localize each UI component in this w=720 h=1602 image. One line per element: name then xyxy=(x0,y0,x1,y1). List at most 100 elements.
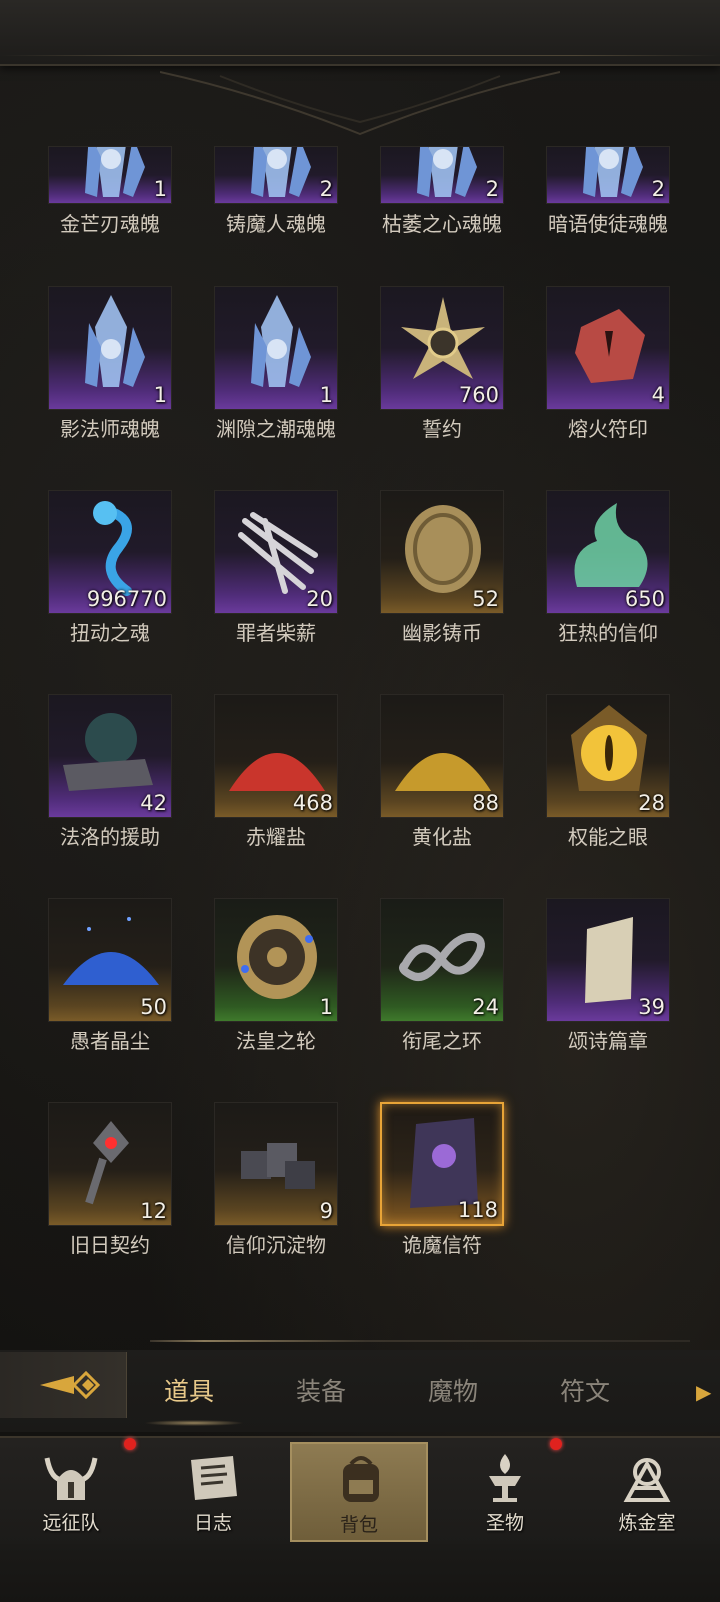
item-count: 88 xyxy=(472,791,499,815)
item-count: 1 xyxy=(319,995,333,1019)
item-name: 幽影铸币 xyxy=(402,621,482,645)
nav-expedition[interactable]: 远征队 xyxy=(2,1438,140,1542)
item-name: 衔尾之环 xyxy=(402,1029,482,1053)
inventory-item[interactable]: 12 旧日契约 xyxy=(48,1102,172,1272)
inventory-item[interactable]: 52 幽影铸币 xyxy=(380,490,504,660)
item-count: 468 xyxy=(292,791,333,815)
item-name: 扭动之魂 xyxy=(70,621,150,645)
item-name: 法皇之轮 xyxy=(236,1029,316,1053)
notification-badge xyxy=(550,1438,562,1450)
item-count: 9 xyxy=(319,1199,333,1223)
item-name: 法洛的援助 xyxy=(60,825,160,849)
horned-helmet-icon xyxy=(44,1457,98,1500)
item-name: 旧日契约 xyxy=(70,1233,150,1257)
filter-button[interactable] xyxy=(0,1352,127,1418)
inventory-item[interactable]: 88 黄化盐 xyxy=(380,694,504,864)
item-name: 影法师魂魄 xyxy=(60,417,160,441)
item-count: 12 xyxy=(140,1199,167,1223)
item-name: 誓约 xyxy=(422,417,462,441)
top-ornament xyxy=(160,71,560,136)
item-count: 24 xyxy=(472,995,499,1019)
inventory-item[interactable]: 39 颂诗篇章 xyxy=(546,898,670,1068)
item-tile[interactable]: 760 xyxy=(380,286,504,410)
item-tile[interactable]: 52 xyxy=(380,490,504,614)
item-count: 39 xyxy=(638,995,665,1019)
item-name: 暗语使徒魂魄 xyxy=(548,212,668,236)
item-tile[interactable]: 4 xyxy=(546,286,670,410)
item-name: 信仰沉淀物 xyxy=(226,1233,326,1257)
item-tile[interactable]: 24 xyxy=(380,898,504,1022)
item-tile[interactable]: 1 xyxy=(214,898,338,1022)
inventory-item[interactable]: 4 熔火符印 xyxy=(546,286,670,456)
item-count: 52 xyxy=(472,587,499,611)
item-tile[interactable]: 650 xyxy=(546,490,670,614)
nav-label: 圣物 xyxy=(485,1512,524,1534)
item-tile[interactable]: 28 xyxy=(546,694,670,818)
item-tile[interactable]: 1 xyxy=(48,286,172,410)
inventory-item[interactable]: 20 罪者柴薪 xyxy=(214,490,338,660)
inventory-item[interactable]: 118 诡魔信符 xyxy=(380,1102,504,1272)
scroll-icon xyxy=(191,1456,237,1500)
item-name: 黄化盐 xyxy=(412,825,472,849)
notification-badge xyxy=(124,1438,136,1450)
inventory-item[interactable]: 50 愚者晶尘 xyxy=(48,898,172,1068)
item-name: 诡魔信符 xyxy=(402,1233,482,1257)
inventory-item[interactable]: 1 渊隙之潮魂魄 xyxy=(214,286,338,456)
item-count: 1 xyxy=(153,383,167,407)
item-tile[interactable]: 12 xyxy=(48,1102,172,1226)
inventory-item[interactable]: 996770 扭动之魂 xyxy=(48,490,172,660)
inventory-item[interactable]: 1 影法师魂魄 xyxy=(48,286,172,456)
item-name: 愚者晶尘 xyxy=(70,1029,150,1053)
item-count: 650 xyxy=(624,587,665,611)
nav-journal[interactable]: 日志 xyxy=(144,1442,282,1542)
tab-runes[interactable]: 符文 xyxy=(560,1372,610,1408)
nav-label: 炼金室 xyxy=(618,1512,676,1534)
inventory-item[interactable]: 468 赤耀盐 xyxy=(214,694,338,864)
inventory-item[interactable]: 1 法皇之轮 xyxy=(214,898,338,1068)
inventory-item[interactable]: 24 衔尾之环 xyxy=(380,898,504,1068)
inventory-item[interactable]: 42 法洛的援助 xyxy=(48,694,172,864)
nav-alchemy[interactable]: 炼金室 xyxy=(578,1442,716,1542)
item-tile[interactable]: 9 xyxy=(214,1102,338,1226)
inventory-item[interactable]: 28 权能之眼 xyxy=(546,694,670,864)
inventory-item[interactable]: 650 狂热的信仰 xyxy=(546,490,670,660)
nav-backpack[interactable]: 背包 xyxy=(290,1442,428,1542)
tab-active-indicator xyxy=(144,1420,244,1426)
item-tile[interactable]: 2 xyxy=(214,146,338,204)
item-count: 28 xyxy=(638,791,665,815)
tab-monsters[interactable]: 魔物 xyxy=(428,1372,478,1408)
nav-relics[interactable]: 圣物 xyxy=(436,1438,574,1542)
inventory-item[interactable]: 760 誓约 xyxy=(380,286,504,456)
item-count: 2 xyxy=(319,177,333,201)
item-tile[interactable]: 39 xyxy=(546,898,670,1022)
item-tile[interactable]: 1 xyxy=(48,146,172,204)
item-tile[interactable]: 42 xyxy=(48,694,172,818)
item-tile[interactable]: 468 xyxy=(214,694,338,818)
item-name: 颂诗篇章 xyxy=(568,1029,648,1053)
item-tile[interactable]: 2 xyxy=(546,146,670,204)
item-name: 权能之眼 xyxy=(568,825,648,849)
item-tile[interactable]: 50 xyxy=(48,898,172,1022)
item-tile[interactable]: 20 xyxy=(214,490,338,614)
item-tile[interactable]: 88 xyxy=(380,694,504,818)
item-tile[interactable]: 2 xyxy=(380,146,504,204)
nav-label: 背包 xyxy=(339,1514,378,1536)
item-tile[interactable]: 118 xyxy=(380,1102,504,1226)
nav-label: 远征队 xyxy=(42,1512,100,1534)
tab-scroll-right-icon[interactable]: ▶ xyxy=(696,1380,711,1404)
item-name: 枯萎之心魂魄 xyxy=(382,212,502,236)
item-name: 罪者柴薪 xyxy=(236,621,316,645)
item-name: 熔火符印 xyxy=(568,417,648,441)
item-name: 铸魔人魂魄 xyxy=(226,212,326,236)
tab-equipment[interactable]: 装备 xyxy=(296,1372,346,1408)
inventory-item[interactable]: 9 信仰沉淀物 xyxy=(214,1102,338,1272)
tab-items[interactable]: 道具 xyxy=(164,1372,214,1408)
item-count: 4 xyxy=(651,383,665,407)
item-tile[interactable]: 1 xyxy=(214,286,338,410)
item-count: 1 xyxy=(319,383,333,407)
item-tile[interactable]: 996770 xyxy=(48,490,172,614)
item-count: 42 xyxy=(140,791,167,815)
item-count: 1 xyxy=(153,177,167,201)
item-count: 2 xyxy=(651,177,665,201)
item-count: 996770 xyxy=(86,587,167,611)
